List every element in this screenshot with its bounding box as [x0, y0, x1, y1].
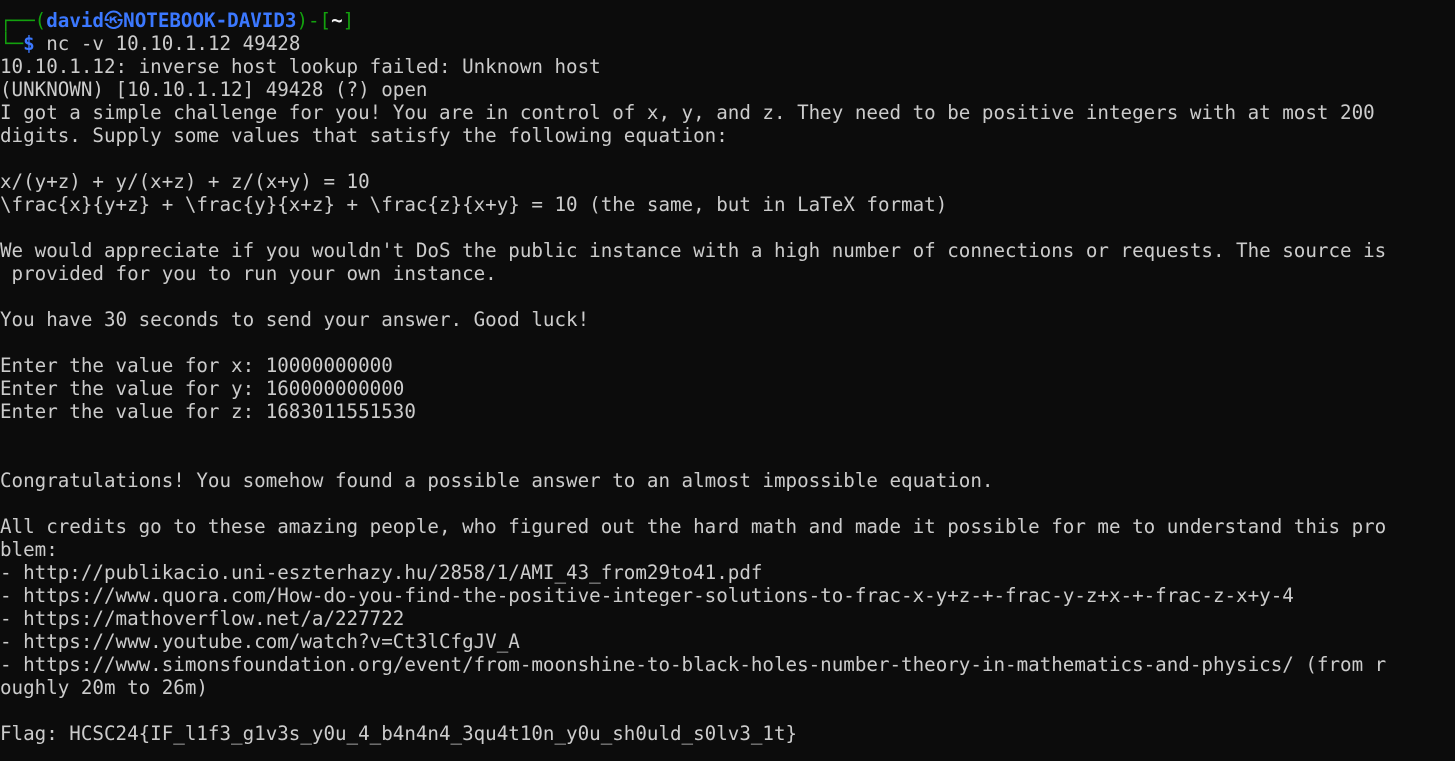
prompt-close-bracket: ]: [342, 9, 355, 32]
output-line: x/(y+z) + y/(x+z) + z/(x+y) = 10: [0, 170, 370, 193]
output-line: We would appreciate if you wouldn't DoS …: [0, 239, 1387, 262]
output-line: Enter the value for y: 160000000000: [0, 377, 405, 400]
output-line: 10.10.1.12: inverse host lookup failed: …: [0, 55, 601, 78]
output-line: provided for you to run your own instanc…: [0, 262, 497, 285]
prompt-box-bottom: └─: [0, 32, 24, 55]
terminal-window[interactable]: ┌──(david㉿NOTEBOOK-DAVID3)-[~] └─$ nc -v…: [0, 0, 1455, 761]
terminal-output: 10.10.1.12: inverse host lookup failed: …: [0, 55, 1455, 745]
prompt-box-top: ┌──(: [0, 9, 47, 32]
prompt-host: NOTEBOOK-DAVID3: [123, 9, 297, 32]
output-line: digits. Supply some values that satisfy …: [0, 124, 728, 147]
prompt-line-top: ┌──(david㉿NOTEBOOK-DAVID3)-[~]: [0, 9, 1455, 32]
output-line: \frac{x}{y+z} + \frac{y}{x+z} + \frac{z}…: [0, 193, 948, 216]
prompt-dollar: $: [23, 32, 35, 55]
output-line: Flag: HCSC24{IF_l1f3_g1v3s_y0u_4_b4n4n4_…: [0, 722, 798, 745]
output-line: Enter the value for x: 10000000000: [0, 354, 393, 377]
prompt-cwd: ~: [331, 9, 343, 32]
output-line: - https://www.quora.com/How-do-you-find-…: [0, 584, 1294, 607]
output-line: - https://www.youtube.com/watch?v=Ct3lCf…: [0, 630, 520, 653]
output-line: oughly 20m to 26m): [0, 676, 208, 699]
output-line: - https://www.simonsfoundation.org/event…: [0, 653, 1387, 676]
output-line: You have 30 seconds to send your answer.…: [0, 308, 590, 331]
output-line: (UNKNOWN) [10.10.1.12] 49428 (?) open: [0, 78, 428, 101]
output-line: Congratulations! You somehow found a pos…: [0, 469, 994, 492]
output-line: I got a simple challenge for you! You ar…: [0, 101, 1375, 124]
prompt-after-host: )-[: [296, 9, 332, 32]
output-line: - http://publikacio.uni-eszterhazy.hu/28…: [0, 561, 763, 584]
command-text: nc -v 10.10.1.12 49428: [34, 32, 301, 55]
output-line: blem:: [0, 538, 58, 561]
output-line: - https://mathoverflow.net/a/227722: [0, 607, 405, 630]
command-line[interactable]: └─$ nc -v 10.10.1.12 49428: [0, 32, 1455, 55]
prompt-at-symbol: ㉿: [103, 9, 124, 32]
prompt-user: david: [46, 9, 104, 32]
output-line: Enter the value for z: 1683011551530: [0, 400, 416, 423]
output-line: All credits go to these amazing people, …: [0, 515, 1387, 538]
